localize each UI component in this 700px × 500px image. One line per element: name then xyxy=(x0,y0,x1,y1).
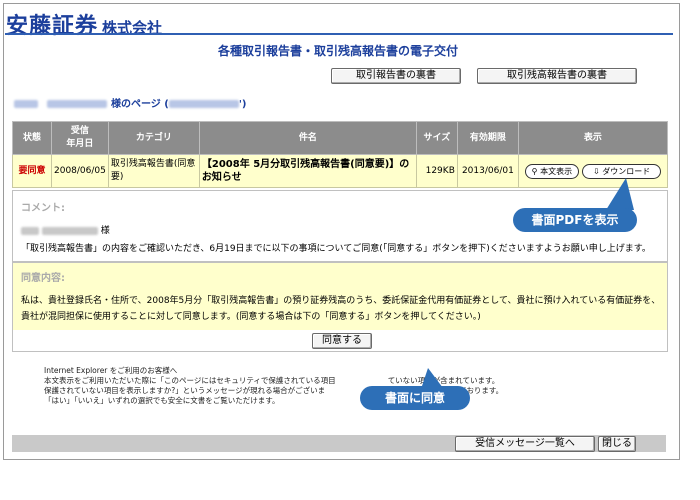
date-cell: 2008/06/05 xyxy=(51,154,109,188)
category-cell: 取引残高報告書(同意要) xyxy=(107,154,200,188)
title-cell: 【2008年 5月分取引残高報告書(同意要)】のお知らせ xyxy=(198,154,417,188)
balance-report-back-button[interactable]: 取引残高報告書の裏書 xyxy=(477,68,637,84)
report-table: 状態 受信 年月日 カテゴリ 件名 サイズ 有効期限 表示 要同意 2008/0… xyxy=(12,121,669,188)
download-icon: ⇩ xyxy=(592,166,600,176)
user-page-suffix: 様のページ ( xyxy=(110,99,169,110)
blurred-text xyxy=(41,226,98,235)
status-cell: 要同意 xyxy=(12,154,52,188)
agree-callout: 書面に同意 xyxy=(360,386,470,410)
blurred-text xyxy=(14,100,38,108)
agree-button[interactable]: 同意する xyxy=(312,333,372,349)
column-header-status: 状態 xyxy=(12,121,52,155)
view-cell: ⚲ 本文表示 ⇩ ダウンロード xyxy=(517,154,669,188)
download-label: ダウンロード xyxy=(602,166,651,176)
expiry-cell: 2013/06/01 xyxy=(456,154,519,188)
table-row: 要同意 2008/06/05 取引残高報告書(同意要) 【2008年 5月分取引… xyxy=(12,154,669,188)
column-header-title: 件名 xyxy=(198,121,417,155)
blurred-text xyxy=(47,100,108,108)
comment-name-suffix: 様 xyxy=(100,226,110,236)
callout-pointer xyxy=(606,178,634,210)
blurred-text xyxy=(168,100,239,108)
column-header-date: 受信 年月日 xyxy=(51,121,109,155)
message-list-button[interactable]: 受信メッセージ一覧へ xyxy=(455,436,595,452)
ie-notice-text: 本文表示をご利用いただいた際に「このページにはセキュリティで保護されている項目 xyxy=(44,376,336,385)
agreement-box: 同意内容: 私は、貴社登録氏名・住所で、2008年5月分「取引残高報告書」の預り… xyxy=(12,262,668,332)
view-body-button[interactable]: ⚲ 本文表示 xyxy=(524,163,580,179)
header-divider xyxy=(5,33,673,35)
user-page-close: ') xyxy=(238,99,247,110)
column-header-category: カテゴリ xyxy=(107,121,200,155)
ie-notice-text: 保護されていない項目を表示しますか?」というメッセージが現れる場合がございま xyxy=(44,386,326,395)
agreement-title: 同意内容: xyxy=(21,273,65,284)
column-header-expiry: 有効期限 xyxy=(456,121,519,155)
company-logo: 安藤証券 株式会社 xyxy=(6,8,162,40)
comment-title: コメント: xyxy=(21,203,65,214)
trade-report-back-button[interactable]: 取引報告書の裏書 xyxy=(331,68,461,84)
column-header-size: サイズ xyxy=(415,121,458,155)
view-body-label: 本文表示 xyxy=(540,166,573,176)
page-title: 各種取引報告書・取引残高報告書の電子交付 xyxy=(217,44,458,58)
comment-recipient: 様 xyxy=(21,223,110,236)
pin-icon: ⚲ xyxy=(531,166,538,176)
size-cell: 129KB xyxy=(415,154,458,188)
agreement-body: 私は、貴社登録氏名・住所で、2008年5月分「取引残高報告書」の預り証券残高のう… xyxy=(21,296,661,322)
download-button[interactable]: ⇩ ダウンロード xyxy=(581,163,662,179)
column-header-view: 表示 xyxy=(517,121,669,155)
blurred-text xyxy=(21,226,39,235)
comment-body: 「取引残高報告書」の内容をご確認いただき、6月19日までに以下の事項についてご同… xyxy=(21,244,651,254)
close-button[interactable]: 閉じる xyxy=(598,436,636,452)
pdf-callout: 書面PDFを表示 xyxy=(513,208,637,232)
user-page-label: 様のページ ( ') xyxy=(14,95,246,110)
brand-name: 安藤証券 xyxy=(6,13,99,39)
table-header-row: 状態 受信 年月日 カテゴリ 件名 サイズ 有効期限 表示 xyxy=(12,121,669,155)
